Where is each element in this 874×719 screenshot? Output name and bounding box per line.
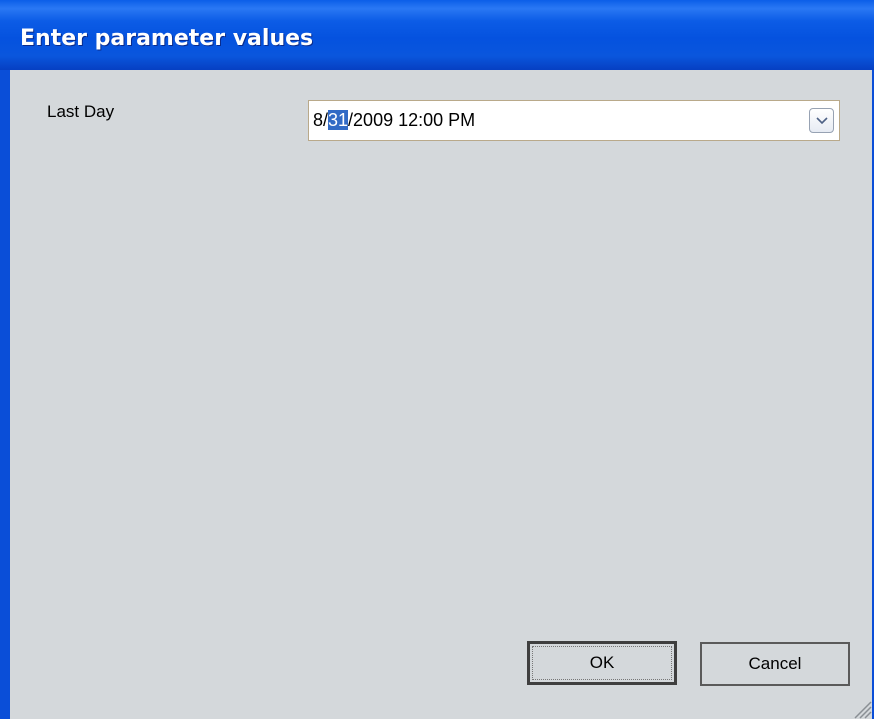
dropdown-button[interactable] — [809, 108, 834, 133]
chevron-down-icon — [816, 117, 828, 125]
dialog-body: Last Day 8/31/2009 12:00 PM OK Cancel — [10, 70, 872, 719]
date-rest-part[interactable]: /2009 12:00 PM — [348, 110, 475, 130]
parameter-dialog: Enter parameter values Last Day 8/31/200… — [0, 0, 874, 719]
title-bar[interactable]: Enter parameter values — [0, 0, 874, 70]
last-day-value[interactable]: 8/31/2009 12:00 PM — [313, 110, 475, 131]
last-day-date-picker[interactable]: 8/31/2009 12:00 PM — [308, 100, 840, 141]
date-month-part[interactable]: 8/ — [313, 110, 328, 130]
last-day-label: Last Day — [47, 102, 115, 121]
cancel-button[interactable]: Cancel — [700, 642, 850, 686]
date-day-part-selected[interactable]: 31 — [328, 110, 349, 130]
focus-rect — [532, 646, 672, 680]
ok-button[interactable]: OK — [527, 641, 677, 685]
cancel-button-label: Cancel — [748, 654, 802, 673]
resize-grip-icon[interactable] — [852, 699, 872, 719]
dialog-title: Enter parameter values — [20, 26, 314, 51]
